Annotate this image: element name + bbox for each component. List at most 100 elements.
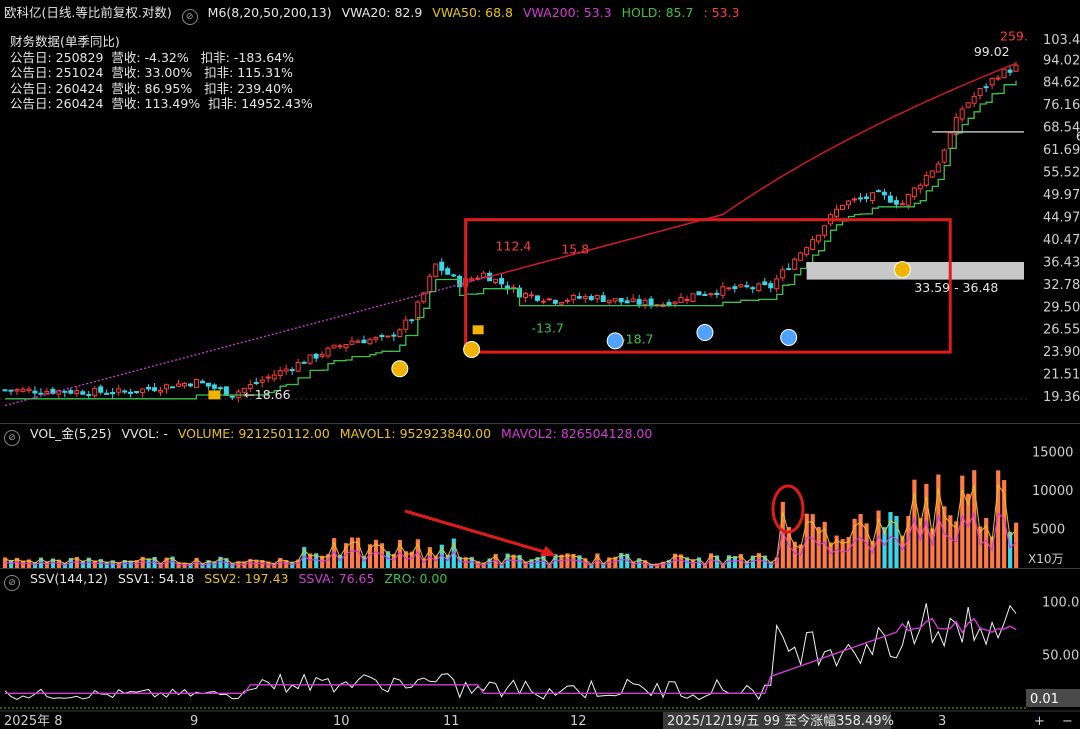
candle-body	[445, 268, 451, 275]
candle-body	[26, 388, 32, 392]
candle-body	[762, 281, 768, 286]
candle-body	[684, 298, 690, 301]
candle-body	[86, 394, 92, 397]
candle-body	[481, 272, 487, 278]
candle-body	[786, 268, 792, 271]
zone-label: 33.59 - 36.48	[914, 280, 998, 295]
candle-body	[170, 386, 176, 389]
candle-body	[283, 368, 289, 372]
candle-body	[708, 293, 714, 296]
candle-body	[869, 192, 875, 202]
candle-body	[983, 86, 989, 89]
candle-body	[343, 344, 349, 349]
candle-body	[44, 390, 50, 394]
annotation-label: -18.7	[621, 331, 653, 346]
candle-body	[181, 382, 187, 387]
ssv-settings-icon[interactable]: ⊘	[4, 575, 20, 591]
candle-body	[618, 298, 624, 303]
candle-body	[738, 284, 744, 288]
ssv2-label: SSV2: 197.43	[204, 571, 289, 586]
time-axis-label: 11	[443, 714, 460, 729]
candle-body	[851, 198, 857, 201]
time-axis-label: 9	[190, 714, 198, 729]
price-axis-label: 40.47	[1043, 233, 1080, 248]
candle-body	[522, 292, 528, 298]
price-axis-label: 76.16	[1043, 98, 1080, 113]
candle-body	[714, 292, 720, 295]
candle-body	[409, 319, 415, 322]
ssva-label: SSVA: 76.65	[298, 571, 375, 586]
candle-body	[164, 384, 170, 390]
candle-body	[917, 184, 923, 190]
price-axis-label: 32.78	[1043, 278, 1080, 293]
volume-settings-icon[interactable]: ⊘	[4, 430, 20, 446]
candle-body	[792, 258, 798, 270]
candle-body	[995, 77, 1001, 80]
candle-body	[475, 277, 481, 280]
note-marker-icon	[472, 325, 484, 335]
candle-body	[911, 187, 917, 198]
top-price-label: 259.	[1000, 28, 1028, 43]
candle-body	[612, 298, 618, 302]
candle-body	[881, 191, 887, 196]
candle-body	[98, 386, 104, 393]
candle-body	[301, 361, 307, 364]
candle-body	[379, 335, 385, 338]
chart-canvas[interactable]: 103.4 94.02 84.62 76.16 68.54 61.69 55.52 49.97…	[0, 0, 1080, 729]
highlight-ellipse	[771, 484, 805, 534]
candle-body	[636, 299, 642, 305]
candle-body	[122, 390, 128, 393]
candle-body	[32, 390, 38, 394]
vvol-label: VVOL: -	[121, 426, 168, 441]
candle-body	[798, 252, 804, 261]
candle-body	[253, 382, 259, 385]
ssv-name: SSV(144,12)	[29, 571, 108, 586]
candle-body	[355, 340, 361, 343]
mavol2-label: MAVOL2: 826504128.00	[501, 426, 653, 441]
candle-body	[648, 298, 654, 307]
high-price-label: 99.02	[974, 44, 1010, 59]
mavol1-line	[4, 483, 1017, 566]
candle-body	[319, 354, 325, 357]
candle-body	[810, 239, 816, 250]
candle-body	[720, 286, 726, 296]
candle-body	[92, 387, 98, 397]
candle-body	[863, 196, 869, 199]
zoom-out-button: −	[1062, 714, 1073, 729]
mavol1-label: MAVOL1: 952923840.00	[339, 426, 492, 441]
candle-body	[331, 344, 337, 349]
candle-body	[576, 296, 582, 299]
ssva-line	[5, 617, 1017, 694]
annotation-label: 112.4	[496, 239, 532, 254]
candle-body	[690, 293, 696, 303]
candle-body	[451, 274, 457, 277]
price-axis-label: 68.54	[1043, 121, 1080, 136]
candle-body	[558, 301, 564, 305]
candle-body	[630, 298, 636, 303]
candle-body	[175, 383, 181, 387]
candle-body	[217, 387, 223, 390]
candle-body	[624, 300, 630, 304]
candle-body	[528, 294, 534, 297]
annotation-label: -13.7	[531, 321, 563, 336]
price-axis-label: 61.69	[1043, 143, 1080, 158]
price-axis-label: 36.43	[1043, 255, 1080, 270]
ssv-header: ⊘ SSV(144,12) SSV1: 54.18 SSV2: 197.43 S…	[4, 568, 453, 591]
candle-body	[391, 334, 397, 337]
price-axis-label: 55.52	[1043, 166, 1080, 181]
candle-body	[570, 295, 576, 301]
time-axis-label: 3	[938, 714, 946, 729]
candle-body	[941, 149, 947, 163]
candle-body	[427, 275, 433, 293]
candle-body	[600, 295, 606, 303]
candle-body	[606, 299, 612, 303]
candle-body	[1007, 69, 1013, 73]
candle-body	[768, 283, 774, 289]
candle-body	[128, 391, 134, 394]
ssv-axis-label: 100.0	[1042, 596, 1079, 611]
candle-body	[187, 383, 193, 387]
candle-body	[534, 295, 540, 301]
candle-body	[750, 287, 756, 290]
candle-body	[62, 390, 68, 393]
ssv1-line	[4, 603, 1017, 701]
